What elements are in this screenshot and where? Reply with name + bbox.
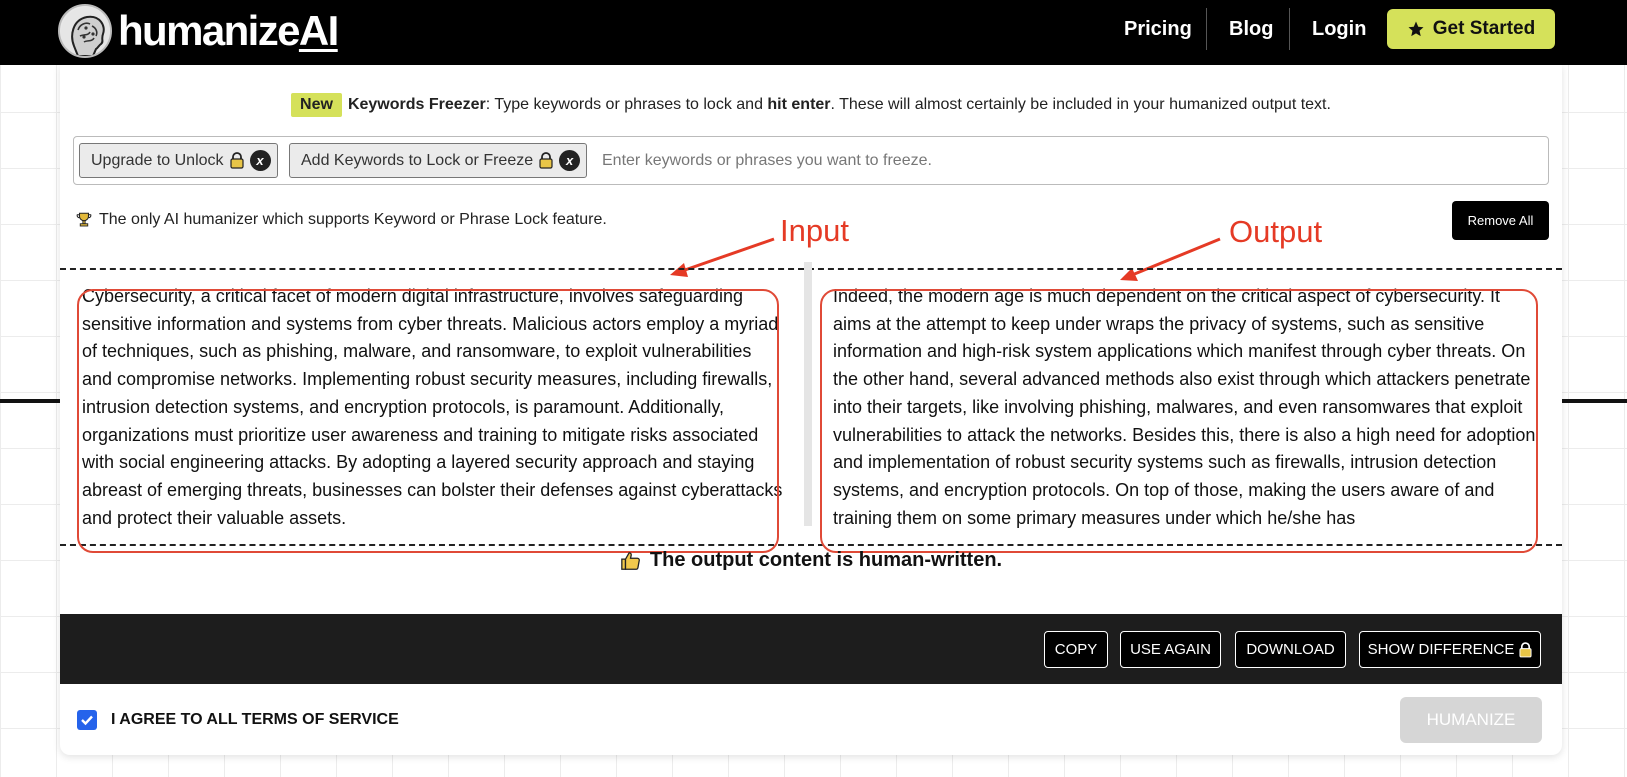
- lock-icon: [229, 152, 244, 169]
- add-keywords-chip[interactable]: Add Keywords to Lock or Freeze x: [289, 143, 588, 178]
- input-highlight-box: [77, 289, 779, 553]
- feature-desc-2: . These will almost certainly be include…: [830, 96, 1331, 113]
- humanizer-card: New Keywords Freezer: Type keywords or ph…: [60, 65, 1562, 755]
- nav-divider: [1289, 8, 1290, 50]
- copy-button[interactable]: COPY: [1044, 631, 1108, 668]
- keywords-input-box[interactable]: Upgrade to Unlock x Add Keywords to Lock…: [73, 136, 1549, 185]
- lock-icon: [1519, 641, 1532, 657]
- use-again-button[interactable]: USE AGAIN: [1120, 631, 1221, 668]
- star-icon: [1408, 21, 1424, 37]
- terms-label: I AGREE TO ALL TERMS OF SERVICE: [111, 711, 399, 728]
- feature-desc-bold: hit enter: [767, 96, 831, 113]
- lock-feature-text: The only AI humanizer which supports Key…: [99, 211, 607, 228]
- close-icon[interactable]: x: [559, 150, 581, 171]
- brain-logo-icon: [58, 4, 112, 58]
- upgrade-chip-label: Upgrade to Unlock: [91, 151, 224, 169]
- logo[interactable]: humanizeAI: [58, 3, 339, 59]
- action-bar: COPY USE AGAIN DOWNLOAD SHOW DIFFERENCE: [60, 614, 1562, 684]
- keywords-freezer-info: New Keywords Freezer: Type keywords or ph…: [60, 93, 1562, 117]
- lock-icon: [539, 152, 553, 169]
- lock-feature-note: The only AI humanizer which supports Key…: [75, 211, 607, 229]
- keyword-freeze-input[interactable]: [602, 143, 1502, 178]
- human-written-status: The output content is human-written.: [60, 549, 1562, 572]
- new-badge: New: [291, 93, 342, 117]
- feature-name: Keywords Freezer: [347, 96, 486, 113]
- checkmark-icon: [81, 715, 93, 726]
- show-difference-button[interactable]: SHOW DIFFERENCE: [1359, 631, 1541, 668]
- top-navbar: humanizeAI Pricing Blog Login Get Starte…: [0, 0, 1627, 65]
- output-annotation: Output: [1229, 214, 1323, 249]
- get-started-label: Get Started: [1432, 18, 1536, 39]
- remove-all-button[interactable]: Remove All: [1452, 201, 1549, 240]
- logo-wordmark: humanizeAI: [118, 7, 339, 54]
- terms-agreement: I AGREE TO ALL TERMS OF SERVICE: [77, 710, 399, 730]
- trophy-icon: [76, 212, 92, 227]
- download-button[interactable]: DOWNLOAD: [1235, 631, 1346, 668]
- close-icon[interactable]: x: [249, 150, 271, 171]
- human-written-text: The output content is human-written.: [649, 549, 1003, 571]
- add-keywords-chip-label: Add Keywords to Lock or Freeze: [301, 151, 534, 169]
- get-started-button[interactable]: Get Started: [1387, 9, 1555, 49]
- input-annotation: Input: [780, 213, 849, 248]
- nav-divider: [1206, 8, 1207, 50]
- upgrade-chip[interactable]: Upgrade to Unlock x: [79, 143, 278, 178]
- show-difference-label: SHOW DIFFERENCE: [1367, 641, 1515, 658]
- nav-link-login[interactable]: Login: [1312, 18, 1366, 41]
- feature-desc-1: : Type keywords or phrases to lock and: [485, 96, 768, 113]
- nav-link-blog[interactable]: Blog: [1229, 18, 1273, 41]
- pane-divider[interactable]: [804, 262, 812, 526]
- nav-link-pricing[interactable]: Pricing: [1124, 18, 1192, 41]
- terms-checkbox[interactable]: [77, 710, 97, 730]
- output-highlight-box: [820, 289, 1538, 553]
- humanize-button[interactable]: HUMANIZE: [1400, 697, 1542, 743]
- thumbs-up-icon: [621, 551, 640, 570]
